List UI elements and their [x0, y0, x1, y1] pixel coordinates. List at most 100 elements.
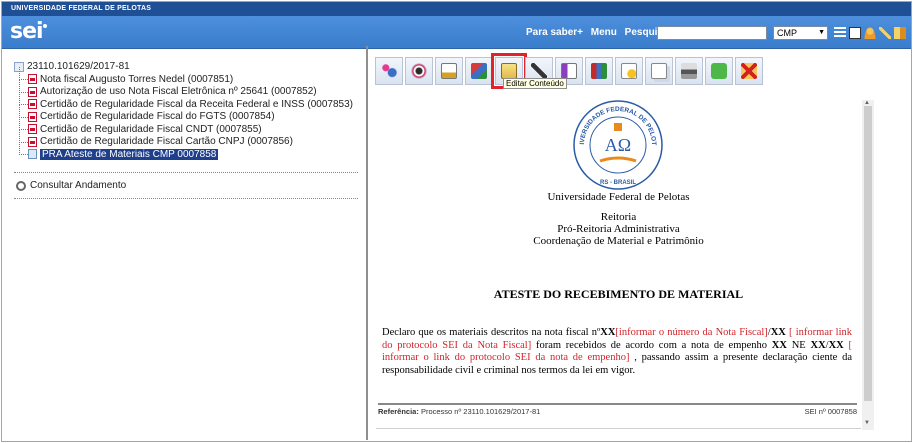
tree-item-certidao-cnpj[interactable]: Certidão de Regularidade Fiscal Cartão C… [14, 129, 364, 149]
tree-separator [14, 172, 358, 173]
user-icon[interactable] [864, 27, 876, 39]
tree-item-label: Autorização de uso Nota Fiscal Eletrônic… [40, 86, 317, 98]
body-text: NE [786, 339, 811, 351]
document-body: Declaro que os materiais descritos na no… [382, 327, 852, 377]
pdf-icon [28, 99, 37, 110]
document-toolbar [375, 53, 763, 89]
process-number: 23110.101629/2017-81 [27, 61, 130, 72]
scroll-up-icon[interactable]: ▲ [864, 100, 870, 106]
body-bold: XX [600, 327, 616, 338]
tree-item-label: Certidão de Regularidade Fiscal da Recei… [40, 98, 353, 110]
recycle-button[interactable] [705, 57, 733, 85]
scroll-down-icon[interactable]: ▼ [864, 420, 870, 426]
tools-icon[interactable] [879, 27, 891, 39]
edit-content-icon [501, 63, 517, 79]
pdf-icon [28, 111, 37, 122]
process-root[interactable]: 23110.101629/2017-81 [14, 60, 364, 73]
copy-icon [651, 63, 667, 79]
process-tree: 23110.101629/2017-81 Nota fiscal Augusto… [14, 60, 364, 161]
pdf-icon [28, 136, 37, 147]
panel-divider[interactable] [366, 46, 368, 440]
tree-item-label-selected: PRA Ateste de Materiais CMP 0007858 [40, 148, 219, 160]
eye-icon [411, 63, 427, 79]
pdf-print-icon [561, 63, 577, 79]
delete-button[interactable] [735, 57, 763, 85]
department-lines: Reitoria Pró-Reitoria Administrativa Coo… [376, 211, 861, 247]
sei-number: SEI nº 0007858 [804, 407, 857, 416]
n-icon[interactable] [849, 27, 861, 39]
tree-item-pra-ateste[interactable]: PRA Ateste de Materiais CMP 0007858 [14, 142, 364, 161]
university-seal: UNIVERSIDADE FEDERAL DE PELOTAS RS - BRA… [572, 99, 663, 190]
books-button[interactable] [585, 57, 613, 85]
tree-separator-bottom [14, 198, 358, 199]
document-icon [28, 149, 37, 160]
navbar: sei Para saber+ Menu Pesquisa CMP ▼ [2, 16, 911, 49]
tree-item-certidao-fgts[interactable]: Certidão de Regularidade Fiscal do FGTS … [14, 104, 364, 124]
reference-footer: Referência: Processo nº 23110.101629/201… [378, 407, 857, 416]
tree-item-autorizacao[interactable]: Autorização de uso Nota Fiscal Eletrônic… [14, 79, 364, 99]
unit-select-value: CMP [777, 28, 797, 38]
pdf-icon [28, 74, 37, 85]
view-button[interactable] [405, 57, 433, 85]
copy-button[interactable] [645, 57, 673, 85]
printer-button[interactable] [675, 57, 703, 85]
tramitar-button[interactable] [375, 57, 403, 85]
para-saber-link[interactable]: Para saber+ [526, 27, 583, 38]
exit-icon[interactable] [894, 27, 906, 39]
reference-divider [378, 403, 857, 405]
pdf-icon [28, 124, 37, 135]
tree-item-label: Nota fiscal Augusto Torres Nedel (000785… [40, 73, 234, 85]
nav-links: Para saber+ Menu Pesquisa [526, 27, 674, 38]
search-icon [16, 180, 26, 191]
tree-item-label: Certidão de Regularidade Fiscal CNDT (00… [40, 123, 262, 135]
consultar-andamento-label: Consultar Andamento [30, 180, 127, 191]
sign-icon [441, 63, 457, 79]
edit-content-tooltip: Editar Conteúdo [503, 78, 567, 89]
pdf-icon [28, 86, 37, 97]
chevron-down-icon: ▼ [818, 29, 825, 36]
university-name: Universidade Federal de Pelotas [547, 191, 690, 203]
menu-link[interactable]: Menu [591, 27, 617, 38]
reference-label: Referência: [378, 407, 419, 416]
scrollbar-thumb[interactable] [864, 106, 872, 401]
tree-item-label: Certidão de Regularidade Fiscal do FGTS … [40, 111, 275, 123]
tree-item-certidao-cndt[interactable]: Certidão de Regularidade Fiscal CNDT (00… [14, 117, 364, 136]
seal-emblem: AΩ [605, 135, 631, 155]
recycle-icon [711, 63, 727, 79]
body-bold: XX [770, 327, 786, 338]
sei-logo[interactable]: sei [10, 19, 44, 44]
sign-color-icon [471, 63, 487, 79]
tree-item-label: Certidão de Regularidade Fiscal Cartão C… [40, 136, 293, 148]
consultar-andamento-link[interactable]: Consultar Andamento [16, 180, 126, 191]
tree-item-nota-fiscal[interactable]: Nota fiscal Augusto Torres Nedel (000785… [14, 67, 364, 86]
sign-button[interactable] [435, 57, 463, 85]
document-title: ATESTE DO RECEBIMENTO DE MATERIAL [493, 287, 744, 301]
seal-bottom-text: RS - BRASIL [600, 180, 636, 186]
seal-torch [614, 123, 622, 131]
star-doc-icon [621, 63, 637, 79]
tree-item-certidao-receita[interactable]: Certidão de Regularidade Fiscal da Recei… [14, 92, 364, 111]
body-bold: XX [810, 339, 826, 351]
body-bold: XX [771, 339, 787, 351]
nav-icons [834, 27, 906, 39]
sign-color-button[interactable] [465, 57, 493, 85]
viewer-bottom-border [376, 428, 861, 429]
body-red-link: [informar o número da Nota Fiscal] [615, 327, 768, 338]
list-view-icon[interactable] [834, 27, 846, 39]
books-icon [591, 63, 607, 79]
dept-line-2: Pró-Reitoria Administrativa [557, 223, 680, 235]
dept-line-3: Coordenação de Material e Patrimônio [533, 235, 704, 247]
search-input[interactable] [657, 26, 767, 40]
body-bold: XX [828, 339, 844, 351]
delete-icon [741, 63, 757, 79]
star-doc-button[interactable] [615, 57, 643, 85]
pen-icon [531, 63, 547, 79]
body-text: Declaro que os materiais descritos na no… [382, 327, 601, 338]
tramitar-icon [381, 63, 397, 79]
logo-dot [43, 24, 47, 28]
printer-icon [681, 63, 697, 79]
unit-select[interactable]: CMP ▼ [773, 26, 828, 40]
dept-line-1: Reitoria [600, 211, 637, 223]
reference-text: Processo nº 23110.101629/2017-81 [418, 407, 541, 416]
institution-bar: UNIVERSIDADE FEDERAL DE PELOTAS [2, 2, 911, 16]
